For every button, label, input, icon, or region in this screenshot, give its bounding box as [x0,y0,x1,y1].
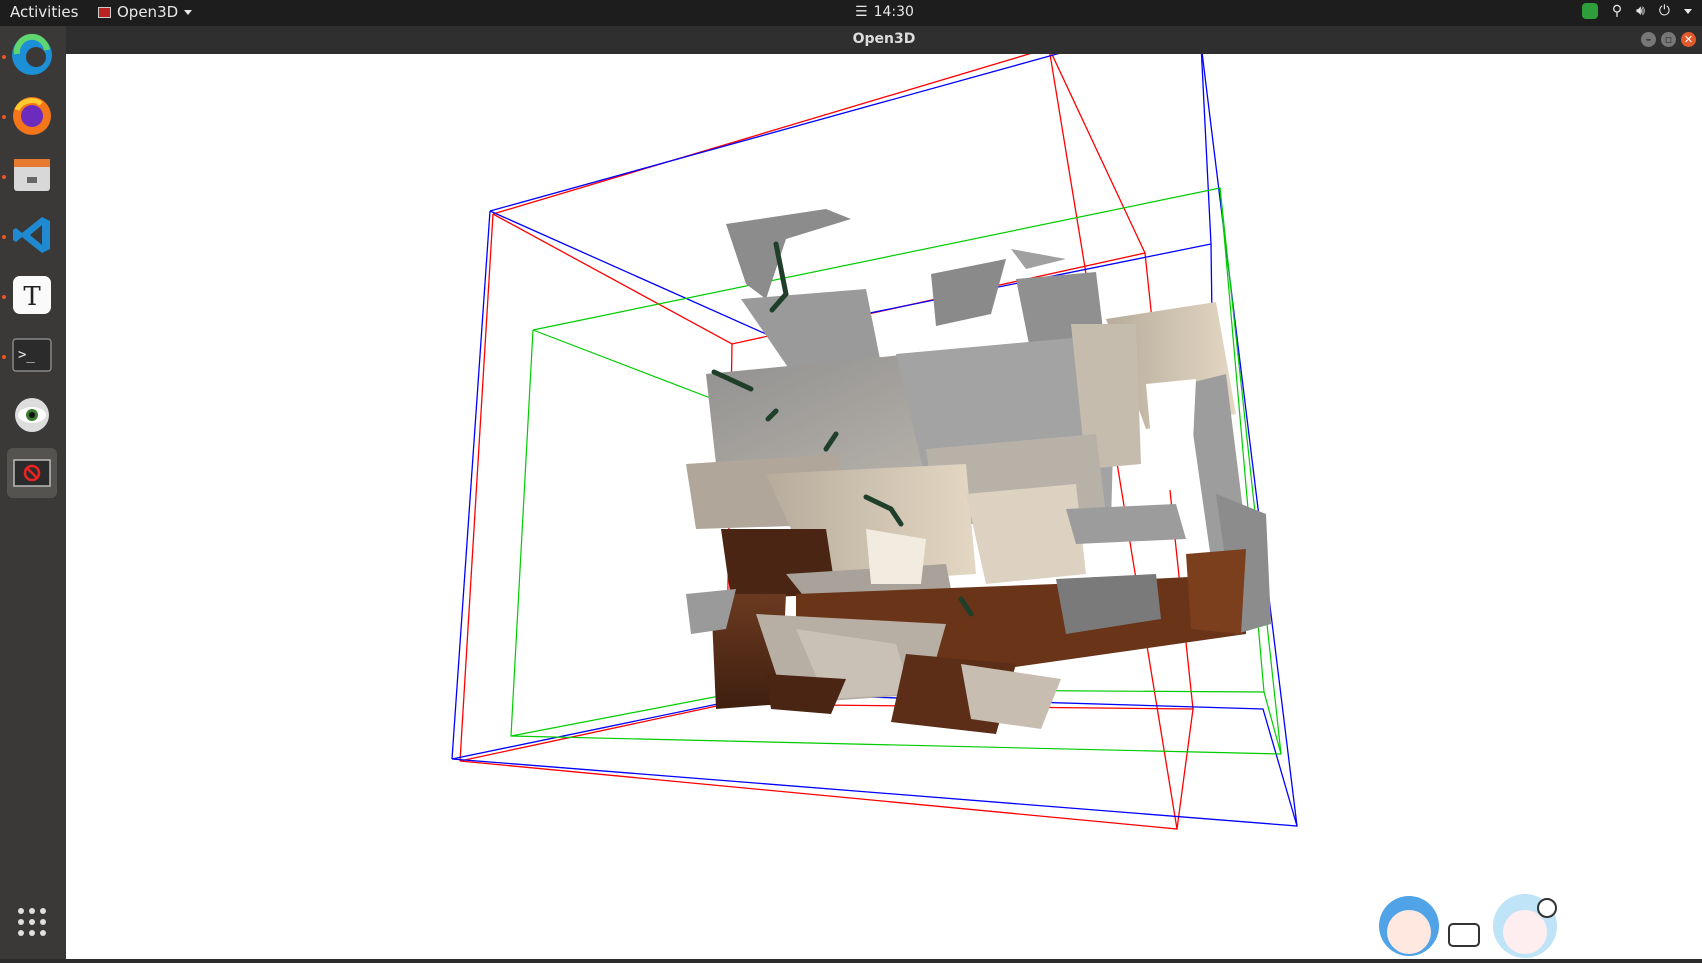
minimize-button[interactable]: – [1641,32,1656,47]
firefox-icon[interactable] [7,90,57,140]
chevron-down-icon [184,9,193,15]
terminal-icon[interactable]: >_ [7,330,57,380]
app-menu[interactable]: Open3D [98,3,193,21]
system-tray[interactable]: ⚲ 🔊︎ ⏻ [1581,3,1692,19]
running-indicator [2,355,6,359]
running-indicator [2,295,6,299]
chevron-down-icon[interactable] [1684,8,1692,14]
clock[interactable]: ☰ 14:30 [855,4,914,20]
activities-button[interactable]: Activities [10,3,78,21]
running-indicator [2,115,6,119]
volume-icon[interactable]: 🔊︎ [1636,3,1645,19]
power-icon[interactable]: ⏻ [1659,3,1670,19]
window-titlebar[interactable]: Open3D – ▫ ✕ [66,26,1702,54]
close-button[interactable]: ✕ [1681,32,1696,47]
scene-mesh [686,209,1271,734]
top-bar: Activities Open3D ☰ 14:30 ⚲ 🔊︎ ⏻ [0,0,1702,26]
clock-time: 14:30 [873,4,914,20]
point-cloud-render [451,54,1298,830]
open3d-app-icon [98,6,111,18]
window-title: Open3D [852,31,916,47]
dock: T >_ [0,26,66,959]
network-icon[interactable]: ⚲ [1612,3,1622,19]
running-indicator [2,55,6,59]
show-applications-icon[interactable] [16,906,48,938]
vscode-icon[interactable] [7,210,57,260]
edge-browser-icon[interactable] [7,30,57,80]
window-controls: – ▫ ✕ [1641,32,1696,47]
maximize-button[interactable]: ▫ [1661,32,1676,47]
running-indicator [2,175,6,179]
file-manager-icon[interactable] [7,150,57,200]
image-viewer-icon[interactable] [7,390,57,440]
open3d-viewport[interactable] [66,54,1702,959]
notification-icon: ☰ [855,4,868,20]
running-indicator [2,235,6,239]
svg-text:>_: >_ [18,347,35,363]
app-menu-label: Open3D [117,3,179,21]
mascot-sticker-image [1375,880,1560,959]
svg-text:T: T [23,282,41,312]
text-editor-icon[interactable]: T [7,270,57,320]
open3d-dock-icon[interactable] [7,448,57,498]
screen-share-icon[interactable] [1581,3,1598,19]
